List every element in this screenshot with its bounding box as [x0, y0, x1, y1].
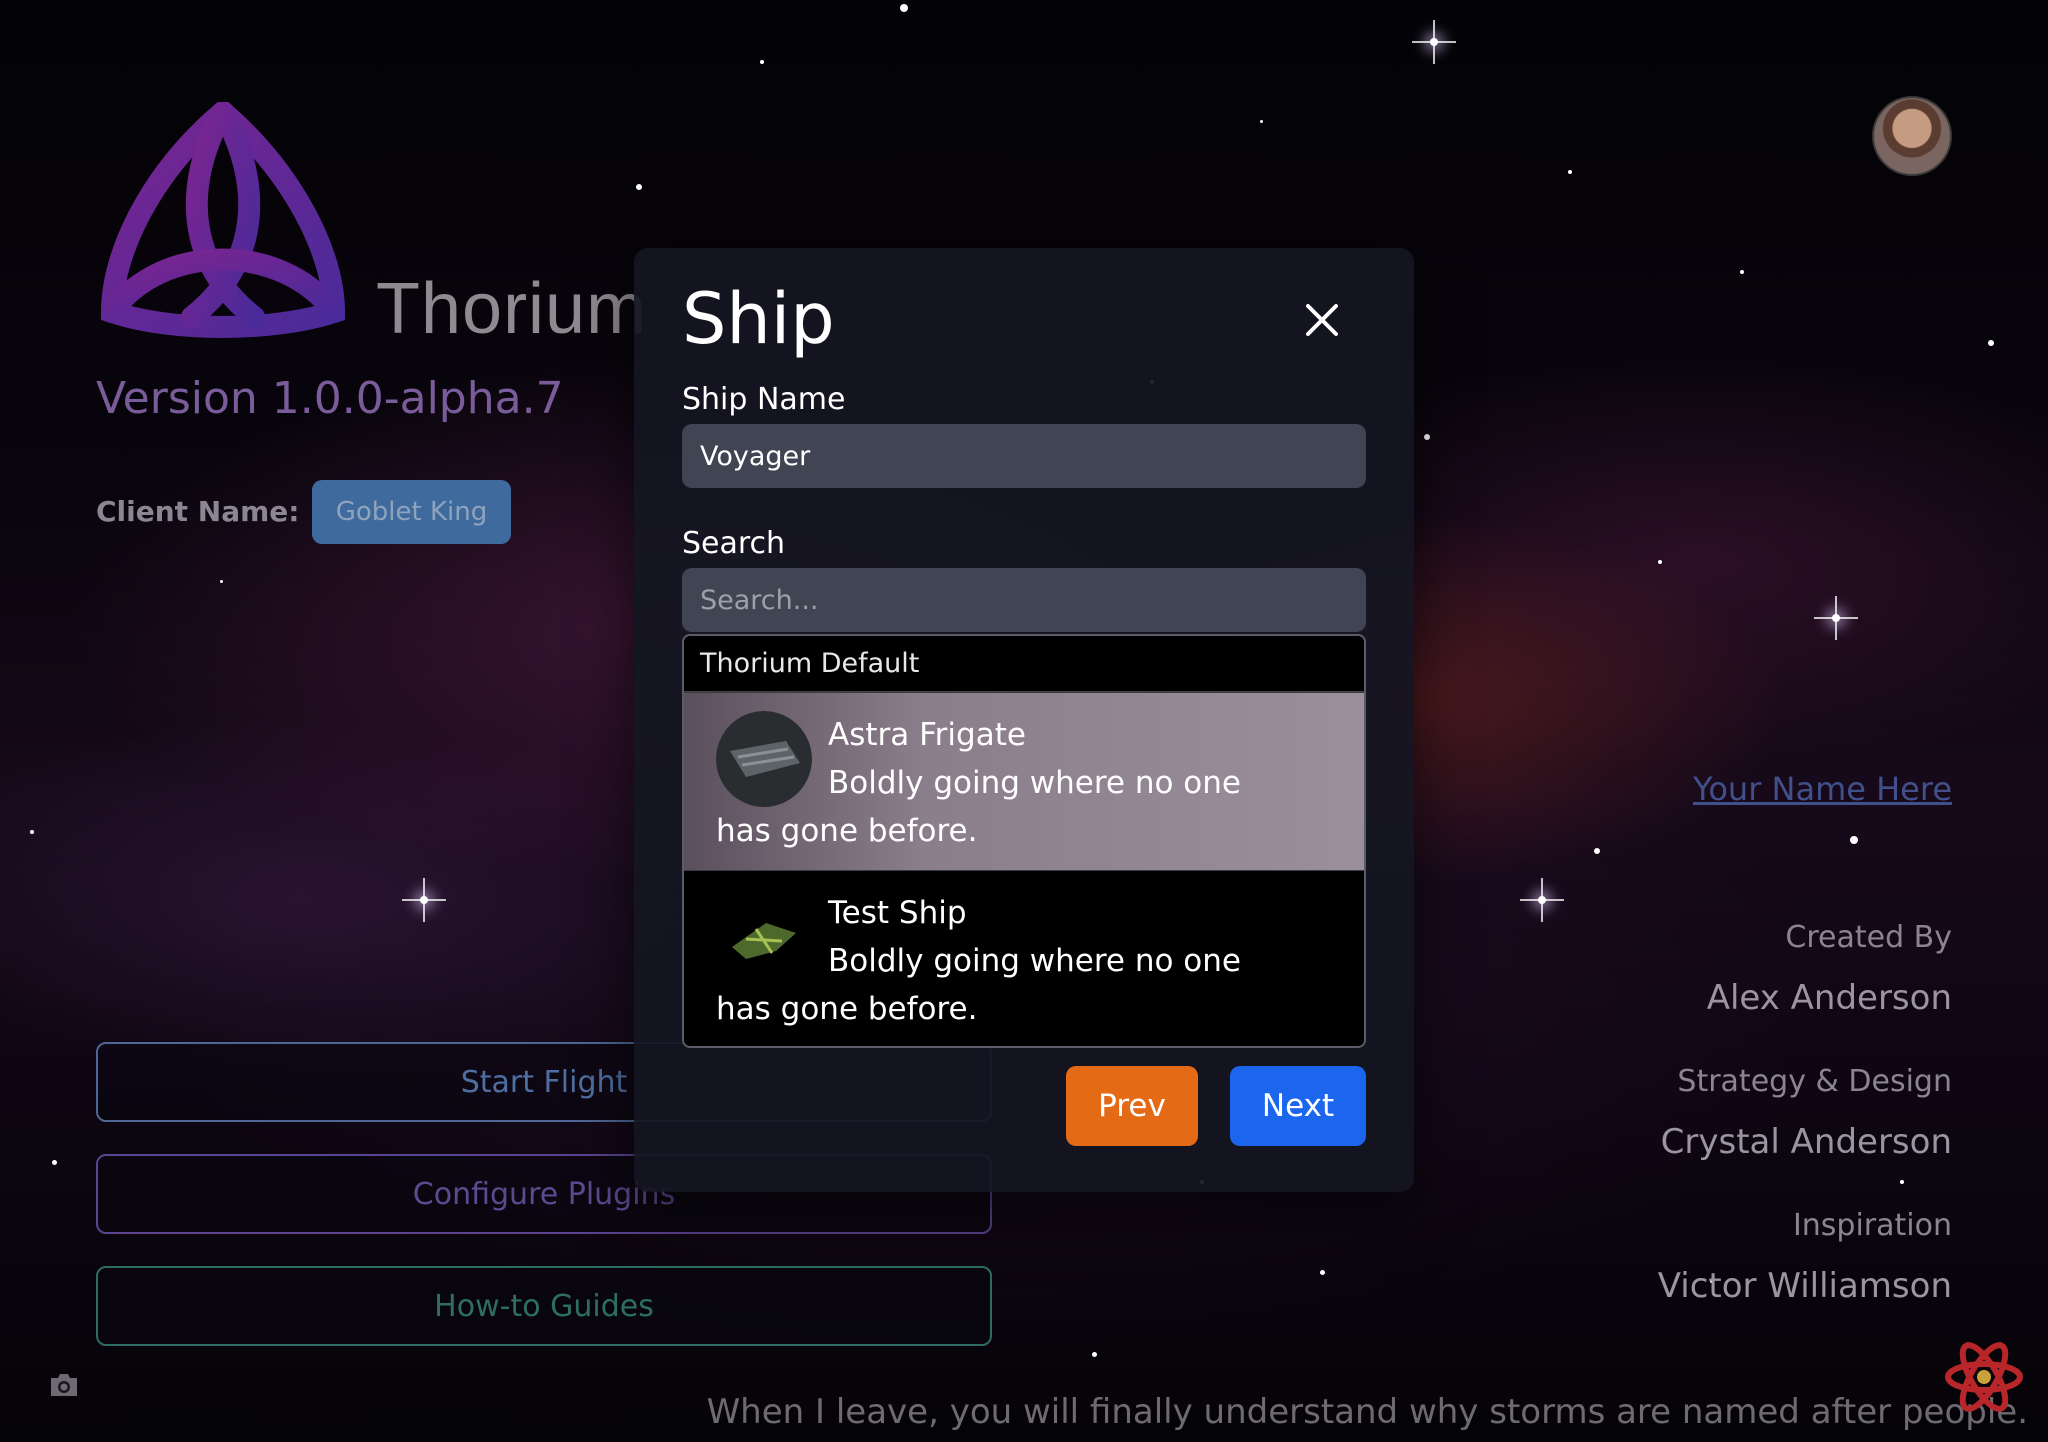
- ship-thumbnail: [716, 711, 812, 807]
- user-avatar[interactable]: [1872, 96, 1952, 176]
- your-name-link[interactable]: Your Name Here: [1693, 770, 1952, 808]
- ship-name-label: Ship Name: [682, 382, 846, 417]
- star: [1988, 340, 1994, 346]
- star: [636, 184, 642, 190]
- bright-star: [402, 878, 446, 922]
- close-button[interactable]: [1302, 300, 1342, 340]
- app-title: Thorium: [376, 269, 648, 349]
- ship-name-input[interactable]: [682, 424, 1366, 488]
- list-item-test-ship[interactable]: Test Ship Boldly going where no one has …: [684, 870, 1364, 1046]
- credit-name: Victor Williamson: [1657, 1266, 1952, 1306]
- client-name-button[interactable]: Goblet King: [312, 480, 511, 544]
- bright-star: [1814, 596, 1858, 640]
- ship-modal: Ship Ship Name Search Thorium Default As…: [634, 248, 1414, 1192]
- credit-name: Alex Anderson: [1706, 978, 1952, 1018]
- howto-guides-button[interactable]: How-to Guides: [96, 1266, 992, 1346]
- thorium-logo-icon: [100, 102, 346, 338]
- search-label: Search: [682, 526, 786, 561]
- prev-button[interactable]: Prev: [1066, 1066, 1198, 1146]
- group-header: Thorium Default: [684, 636, 1364, 692]
- star: [30, 830, 34, 834]
- star: [1900, 1180, 1904, 1184]
- ship-name: Test Ship: [828, 895, 967, 931]
- star: [1260, 120, 1263, 123]
- client-name-label: Client Name:: [96, 495, 300, 528]
- star: [1658, 560, 1662, 564]
- star: [1092, 1352, 1097, 1357]
- bright-star: [1412, 20, 1456, 64]
- credit-role: Created By: [1785, 920, 1952, 955]
- star: [1850, 836, 1858, 844]
- react-atom-icon: [1945, 1342, 2023, 1412]
- star: [52, 1160, 57, 1165]
- star: [1594, 848, 1600, 854]
- close-icon: [1306, 304, 1338, 336]
- star: [760, 60, 764, 64]
- quote-text: When I leave, you will finally understan…: [706, 1392, 2028, 1432]
- star: [1424, 434, 1430, 440]
- list-item-astra-frigate[interactable]: Astra Frigate Boldly going where no one …: [684, 692, 1364, 870]
- ship-results-list: Thorium Default Astra Frigate Boldly goi…: [682, 634, 1366, 1048]
- star: [1320, 1270, 1325, 1275]
- star: [1740, 270, 1744, 274]
- search-input[interactable]: [682, 568, 1366, 632]
- next-button[interactable]: Next: [1230, 1066, 1366, 1146]
- credit-role: Inspiration: [1792, 1208, 1952, 1243]
- star: [1568, 170, 1572, 174]
- ship-name: Astra Frigate: [828, 717, 1026, 753]
- ship-thumbnail: [732, 923, 796, 959]
- credit-name: Crystal Anderson: [1660, 1122, 1952, 1162]
- camera-icon[interactable]: [48, 1372, 80, 1398]
- bright-star: [1520, 878, 1564, 922]
- star: [220, 580, 223, 583]
- version-label: Version 1.0.0-alpha.7: [96, 373, 564, 424]
- modal-title: Ship: [682, 278, 835, 360]
- credit-role: Strategy & Design: [1677, 1064, 1952, 1099]
- star: [900, 4, 908, 12]
